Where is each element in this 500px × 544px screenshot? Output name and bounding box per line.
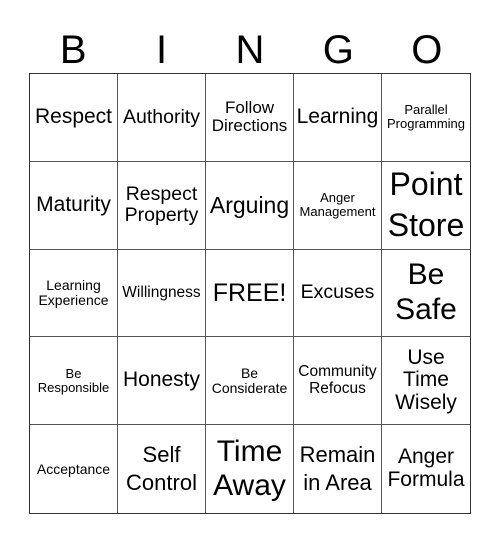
bingo-cell[interactable]: Be Safe: [382, 250, 470, 338]
bingo-cell[interactable]: Use Time Wisely: [382, 337, 470, 426]
bingo-cell[interactable]: Community Refocus: [294, 337, 382, 426]
bingo-header: B I N G O: [29, 28, 471, 72]
bingo-cell[interactable]: Arguing: [206, 161, 294, 250]
header-letter-b: B: [59, 28, 87, 72]
bingo-cell[interactable]: Be Responsible: [30, 337, 118, 426]
bingo-cell[interactable]: Remain in Area: [294, 425, 382, 513]
bingo-cell[interactable]: Acceptance: [30, 425, 118, 513]
bingo-cell[interactable]: Anger Management: [294, 161, 382, 250]
free-space[interactable]: FREE!: [206, 249, 294, 338]
bingo-cell[interactable]: Honesty: [118, 337, 206, 426]
bingo-cell[interactable]: Willingness: [118, 249, 206, 338]
bingo-cell[interactable]: Self Control: [118, 425, 206, 513]
bingo-cell[interactable]: Be Considerate: [206, 337, 294, 426]
bingo-cell[interactable]: Respect Property: [118, 161, 206, 250]
bingo-cell[interactable]: Maturity: [30, 161, 118, 250]
bingo-cell[interactable]: Follow Directions: [206, 74, 294, 162]
header-letter-i: I: [156, 28, 168, 72]
bingo-cell[interactable]: Learning Experience: [30, 249, 118, 338]
header-letter-n: N: [235, 28, 265, 72]
bingo-cell[interactable]: Point Store: [382, 162, 470, 250]
bingo-cell[interactable]: Respect: [30, 74, 118, 162]
bingo-cell[interactable]: Learning: [294, 74, 382, 162]
bingo-cell[interactable]: Time Away: [206, 425, 294, 513]
bingo-cell[interactable]: Anger Formula: [382, 425, 470, 513]
bingo-cell[interactable]: Parallel Programming: [382, 74, 470, 162]
header-letter-g: G: [322, 28, 354, 72]
bingo-cell[interactable]: Authority: [118, 74, 206, 162]
header-letter-o: O: [411, 28, 443, 72]
bingo-grid: Respect Authority Follow Directions Lear…: [29, 73, 471, 514]
bingo-cell[interactable]: Excuses: [294, 249, 382, 338]
